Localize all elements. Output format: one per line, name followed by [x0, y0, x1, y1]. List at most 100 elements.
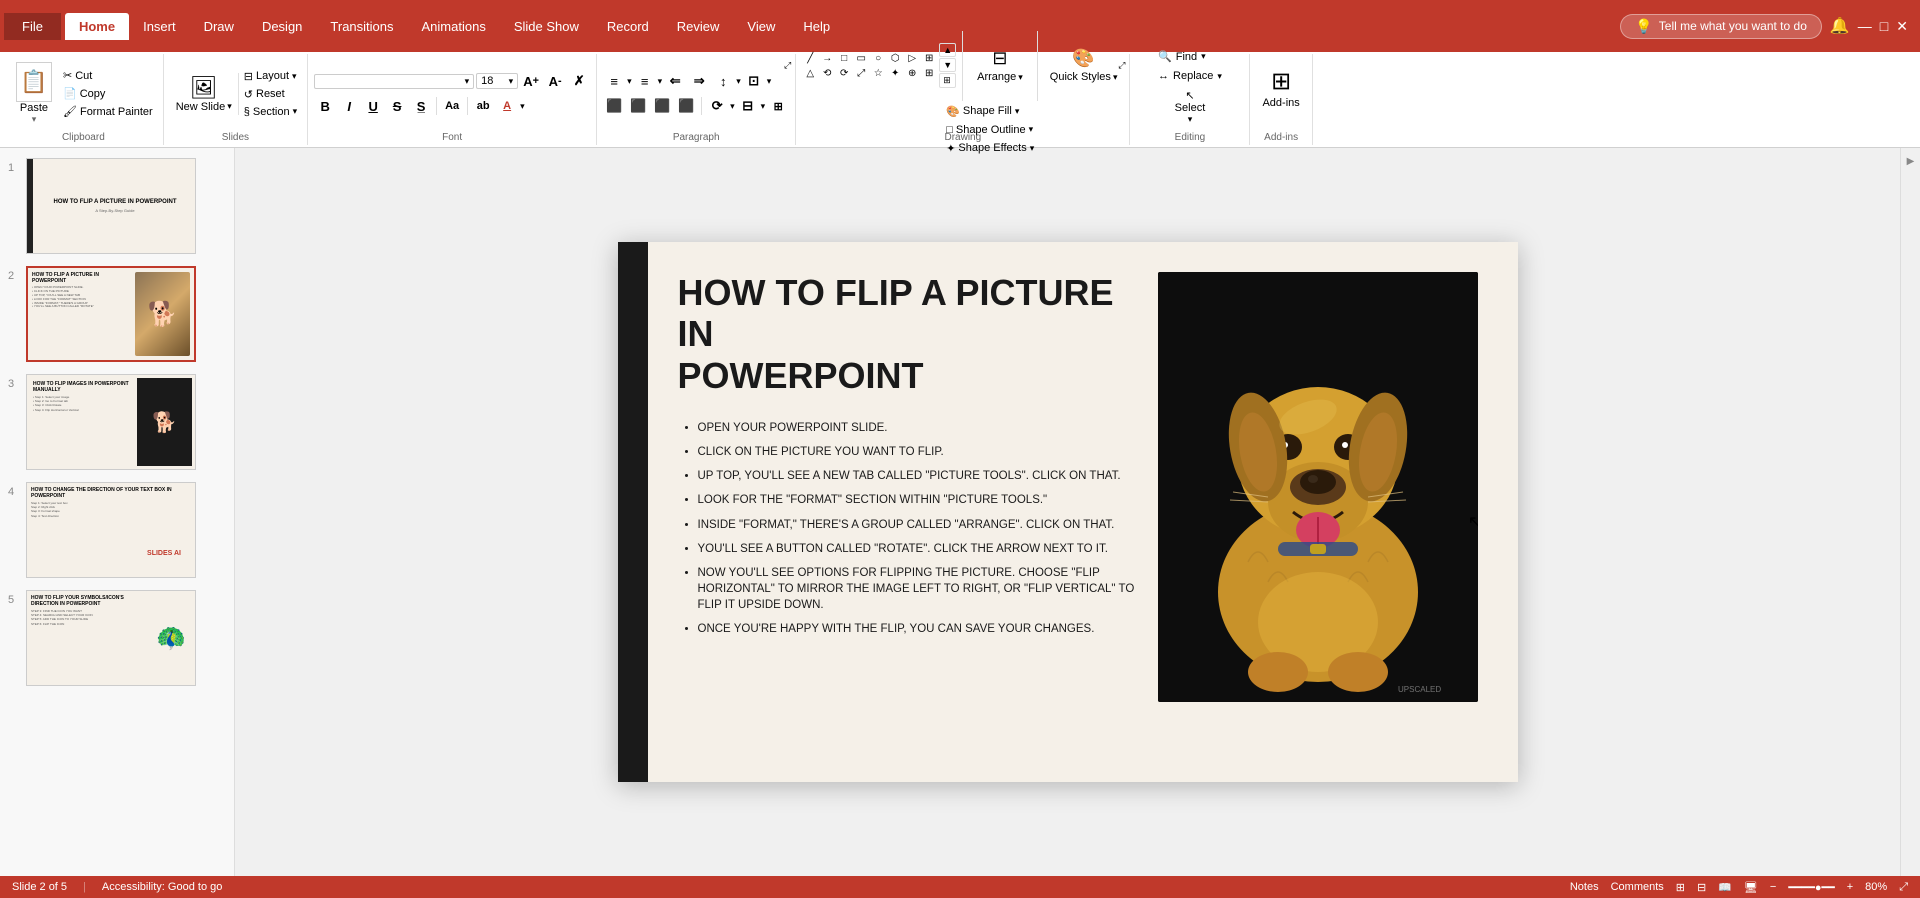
- slide-preview-5[interactable]: HOW TO FLIP YOUR SYMBOLS/ICON'S DIRECTIO…: [26, 590, 196, 686]
- paste-arrow[interactable]: ▾: [32, 114, 37, 125]
- tab-review[interactable]: Review: [663, 13, 734, 40]
- cut-button[interactable]: ✂ Cut: [59, 67, 157, 84]
- tab-file[interactable]: File: [4, 13, 61, 40]
- copy-button[interactable]: 📄 Copy: [59, 85, 157, 102]
- new-slide-arrow[interactable]: ▾: [227, 101, 232, 112]
- shape-line[interactable]: ╱: [802, 51, 818, 65]
- shape-arrow[interactable]: →: [819, 51, 835, 65]
- bold-button[interactable]: B: [314, 95, 336, 117]
- format-painter-button[interactable]: 🖌 Format Painter: [59, 103, 157, 120]
- indent-increase-button[interactable]: ⇒: [688, 70, 710, 92]
- align-center-button[interactable]: ⬛: [627, 95, 649, 117]
- notification-icon[interactable]: 🔔: [1830, 16, 1850, 36]
- layout-button[interactable]: ⊟ Layout ▾: [240, 68, 301, 85]
- slide-thumb-1[interactable]: 1 HOW TO FLIP A PICTURE IN POWERPOINT A …: [6, 156, 228, 256]
- shape-s2[interactable]: ⟲: [819, 66, 835, 80]
- text-direction-button[interactable]: ⟳: [706, 95, 728, 117]
- tab-design[interactable]: Design: [248, 13, 316, 40]
- minimize-icon[interactable]: —: [1858, 18, 1872, 34]
- tab-animations[interactable]: Animations: [408, 13, 500, 40]
- zoom-out-btn[interactable]: −: [1770, 881, 1776, 893]
- zoom-in-btn[interactable]: +: [1847, 881, 1853, 893]
- shapes-up[interactable]: ▲: [939, 43, 956, 57]
- shape-shape1[interactable]: ⬡: [887, 51, 903, 65]
- tab-slideshow[interactable]: Slide Show: [500, 13, 593, 40]
- slide-thumb-3[interactable]: 3 HOW TO FLIP IMAGES IN POWERPOINT MANUA…: [6, 372, 228, 472]
- quick-styles-arrow[interactable]: ▾: [1113, 72, 1118, 83]
- bullets-arrow[interactable]: ▾: [627, 76, 632, 87]
- clear-format-button[interactable]: ✗: [568, 70, 590, 92]
- select-arrow[interactable]: ▾: [1188, 114, 1193, 125]
- tab-draw[interactable]: Draw: [190, 13, 248, 40]
- fit-slide-btn[interactable]: ⤢: [1899, 881, 1908, 894]
- restore-icon[interactable]: □: [1880, 18, 1888, 34]
- close-icon[interactable]: ✕: [1896, 18, 1908, 35]
- normal-view-icon[interactable]: ⊞: [1676, 881, 1685, 894]
- font-name-selector[interactable]: ▾: [314, 74, 474, 89]
- align-text-arrow[interactable]: ▾: [761, 101, 766, 112]
- italic-button[interactable]: I: [338, 95, 360, 117]
- slide-main-title[interactable]: HOW TO FLIP A PICTURE INPOWERPOINT: [678, 272, 1138, 396]
- select-button[interactable]: ↖ Select ▾: [1167, 87, 1214, 127]
- shape-round-rect[interactable]: ▭: [853, 51, 869, 65]
- quick-styles-button[interactable]: 🎨 Quick Styles ▾: [1044, 44, 1124, 87]
- collapse-panel-btn[interactable]: ▶: [1907, 156, 1915, 167]
- section-button[interactable]: § Section ▾: [240, 104, 301, 120]
- slide-panel[interactable]: 1 HOW TO FLIP A PICTURE IN POWERPOINT A …: [0, 148, 235, 876]
- shape-more[interactable]: ⊞: [921, 51, 937, 65]
- decrease-font-button[interactable]: A-: [544, 70, 566, 92]
- shape-circle[interactable]: ○: [870, 51, 886, 65]
- slide-preview-1[interactable]: HOW TO FLIP A PICTURE IN POWERPOINT A St…: [26, 158, 196, 254]
- slide-canvas[interactable]: HOW TO FLIP A PICTURE INPOWERPOINT OPEN …: [618, 242, 1518, 782]
- comments-button[interactable]: Comments: [1611, 881, 1664, 893]
- tab-home[interactable]: Home: [65, 13, 129, 40]
- align-left-button[interactable]: ⬛: [603, 95, 625, 117]
- shape-fill-button[interactable]: 🎨 Shape Fill ▾: [942, 103, 1123, 120]
- shape-s7[interactable]: ⊕: [904, 66, 920, 80]
- numbering-arrow[interactable]: ▾: [658, 76, 663, 87]
- size-dropdown-arrow[interactable]: ▾: [509, 76, 514, 87]
- replace-arrow[interactable]: ▾: [1217, 71, 1222, 82]
- section-arrow[interactable]: ▾: [293, 106, 298, 117]
- slide-thumb-4[interactable]: 4 HOW TO CHANGE THE DIRECTION OF YOUR TE…: [6, 480, 228, 580]
- slide-sorter-icon[interactable]: ⊟: [1697, 881, 1706, 894]
- shape-shape2[interactable]: ▷: [904, 51, 920, 65]
- reset-button[interactable]: ↺ Reset: [240, 86, 301, 103]
- bullets-button[interactable]: ≡: [603, 70, 625, 92]
- slide-dog-image[interactable]: UPSCALED ↖: [1158, 272, 1478, 702]
- shape-fill-arrow[interactable]: ▾: [1015, 106, 1020, 117]
- shapes-down[interactable]: ▼: [939, 58, 956, 72]
- shape-s5[interactable]: ☆: [870, 66, 886, 80]
- text-direction-arrow[interactable]: ▾: [730, 101, 735, 112]
- numbering-button[interactable]: ≡: [634, 70, 656, 92]
- font-dropdown-arrow[interactable]: ▾: [465, 76, 470, 87]
- reading-view-icon[interactable]: 📖: [1718, 881, 1732, 894]
- arrange-button[interactable]: ⊟ Arrange ▾: [969, 44, 1031, 87]
- font-size-selector[interactable]: 18 ▾: [476, 73, 518, 89]
- tab-transitions[interactable]: Transitions: [316, 13, 407, 40]
- find-button[interactable]: 🔍 Find ▾: [1154, 48, 1226, 65]
- shape-s4[interactable]: ⤢: [853, 66, 869, 80]
- presenter-view-icon[interactable]: 🖥: [1744, 881, 1758, 894]
- columns-button[interactable]: ⊡: [743, 70, 765, 92]
- replace-button[interactable]: ↔ Replace ▾: [1154, 68, 1226, 84]
- paragraph-expand[interactable]: ⤢: [784, 60, 791, 71]
- spacing-arrow[interactable]: ▾: [736, 76, 741, 87]
- align-text-button[interactable]: ⊟: [737, 95, 759, 117]
- slide-thumb-5[interactable]: 5 HOW TO FLIP YOUR SYMBOLS/ICON'S DIRECT…: [6, 588, 228, 688]
- tab-record[interactable]: Record: [593, 13, 663, 40]
- shape-s8[interactable]: ⊞: [921, 66, 937, 80]
- shape-s1[interactable]: △: [802, 66, 818, 80]
- new-slide-button[interactable]: 🖼 New Slide ▾: [170, 73, 239, 115]
- tab-insert[interactable]: Insert: [129, 13, 190, 40]
- font-color-button[interactable]: A: [496, 95, 518, 117]
- slide-preview-2[interactable]: HOW TO FLIP A PICTURE IN POWERPOINT • OP…: [26, 266, 196, 362]
- highlight-button[interactable]: ab: [472, 95, 494, 117]
- shape-s3[interactable]: ⟳: [836, 66, 852, 80]
- drawing-expand[interactable]: ⤢: [1118, 60, 1125, 71]
- arrange-arrow[interactable]: ▾: [1018, 72, 1023, 83]
- font-color-arrow[interactable]: ▾: [520, 101, 525, 112]
- zoom-slider[interactable]: ━━━━●━━: [1788, 881, 1834, 894]
- strikethrough-button[interactable]: S: [386, 95, 408, 117]
- indent-decrease-button[interactable]: ⇐: [664, 70, 686, 92]
